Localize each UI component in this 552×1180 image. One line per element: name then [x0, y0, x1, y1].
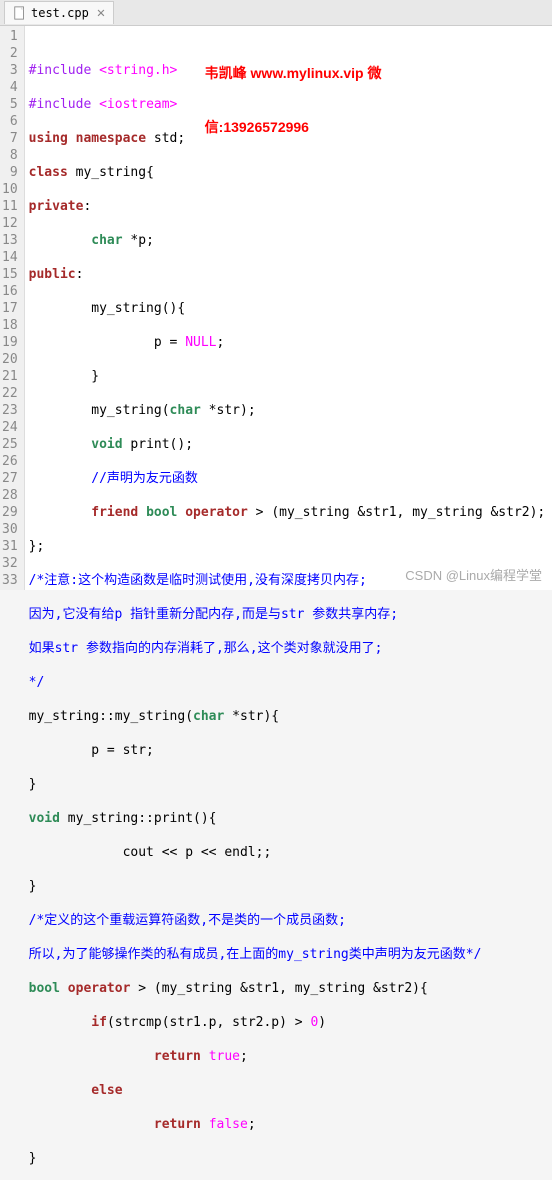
line-number: 10: [2, 181, 18, 198]
line-number: 21: [2, 368, 18, 385]
code-line: friend bool operator > (my_string &str1,…: [29, 504, 548, 521]
line-number: 1: [2, 28, 18, 45]
line-number: 30: [2, 521, 18, 538]
code-line: return false;: [29, 1116, 548, 1133]
line-number: 17: [2, 300, 18, 317]
code-line: }: [29, 776, 548, 793]
line-number: 6: [2, 113, 18, 130]
line-number: 2: [2, 45, 18, 62]
line-number: 22: [2, 385, 18, 402]
line-number: 23: [2, 402, 18, 419]
overlay-text: 韦凯峰 www.mylinux.vip 微 信:13926572996: [205, 28, 382, 172]
code-line: p = str;: [29, 742, 548, 759]
code-line: my_string(char *str);: [29, 402, 548, 419]
line-number: 24: [2, 419, 18, 436]
code-line: p = NULL;: [29, 334, 548, 351]
code-line: if(strcmp(str1.p, str2.p) > 0): [29, 1014, 548, 1031]
line-gutter: 1234567891011121314151617181920212223242…: [0, 26, 25, 590]
code-line: private:: [29, 198, 548, 215]
code-line: }: [29, 368, 548, 385]
tab-filename: test.cpp: [31, 6, 89, 20]
line-number: 11: [2, 198, 18, 215]
code-line: bool operator > (my_string &str1, my_str…: [29, 980, 548, 997]
watermark: CSDN @Linux编程学堂: [405, 567, 542, 584]
code-line: char *p;: [29, 232, 548, 249]
line-number: 28: [2, 487, 18, 504]
code-line: 所以,为了能够操作类的私有成员,在上面的my_string类中声明为友元函数*/: [29, 946, 548, 963]
code-line: my_string(){: [29, 300, 548, 317]
line-number: 27: [2, 470, 18, 487]
code-line: */: [29, 674, 548, 691]
file-tab[interactable]: test.cpp ✕: [4, 1, 114, 24]
line-number: 14: [2, 249, 18, 266]
code-line: return true;: [29, 1048, 548, 1065]
code-line: 因为,它没有给p 指针重新分配内存,而是与str 参数共享内存;: [29, 606, 548, 623]
line-number: 16: [2, 283, 18, 300]
overlay-line1: 韦凯峰 www.mylinux.vip 微: [205, 64, 382, 82]
file-icon: [13, 6, 27, 20]
line-number: 20: [2, 351, 18, 368]
line-number: 25: [2, 436, 18, 453]
line-number: 29: [2, 504, 18, 521]
line-number: 26: [2, 453, 18, 470]
code-line: }: [29, 878, 548, 895]
line-number: 31: [2, 538, 18, 555]
code-editor[interactable]: 1234567891011121314151617181920212223242…: [0, 26, 552, 590]
line-number: 5: [2, 96, 18, 113]
code-line: void print();: [29, 436, 548, 453]
line-number: 19: [2, 334, 18, 351]
code-line: public:: [29, 266, 548, 283]
code-area[interactable]: 韦凯峰 www.mylinux.vip 微 信:13926572996 #inc…: [25, 26, 552, 590]
line-number: 12: [2, 215, 18, 232]
line-number: 33: [2, 572, 18, 589]
tab-bar: test.cpp ✕: [0, 0, 552, 26]
line-number: 15: [2, 266, 18, 283]
overlay-line2: 信:13926572996: [205, 118, 382, 136]
code-line: 如果str 参数指向的内存消耗了,那么,这个类对象就没用了;: [29, 640, 548, 657]
code-line: }: [29, 1150, 548, 1167]
code-line: cout << p << endl;;: [29, 844, 548, 861]
code-line: /*定义的这个重载运算符函数,不是类的一个成员函数;: [29, 912, 548, 929]
line-number: 8: [2, 147, 18, 164]
code-line: //声明为友元函数: [29, 470, 548, 487]
code-line: my_string::my_string(char *str){: [29, 708, 548, 725]
close-icon[interactable]: ✕: [97, 5, 105, 21]
line-number: 3: [2, 62, 18, 79]
line-number: 32: [2, 555, 18, 572]
code-line: else: [29, 1082, 548, 1099]
line-number: 13: [2, 232, 18, 249]
line-number: 7: [2, 130, 18, 147]
line-number: 9: [2, 164, 18, 181]
line-number: 4: [2, 79, 18, 96]
code-line: };: [29, 538, 548, 555]
line-number: 18: [2, 317, 18, 334]
code-line: void my_string::print(){: [29, 810, 548, 827]
